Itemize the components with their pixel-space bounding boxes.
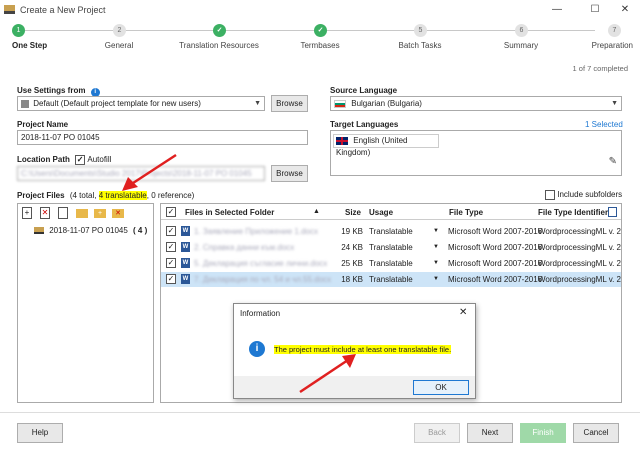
arrow-to-count [129, 153, 177, 187]
finish-button[interactable]: Finish [520, 423, 566, 443]
arrow-to-message [299, 358, 349, 394]
footer-separator [0, 412, 640, 413]
arrow-head-message [342, 354, 356, 368]
cancel-button[interactable]: Cancel [573, 423, 619, 443]
back-button[interactable]: Back [414, 423, 460, 443]
help-button[interactable]: Help [17, 423, 63, 443]
arrow-head-count [122, 177, 138, 191]
next-button[interactable]: Next [467, 423, 513, 443]
annotation-arrows [122, 153, 356, 394]
